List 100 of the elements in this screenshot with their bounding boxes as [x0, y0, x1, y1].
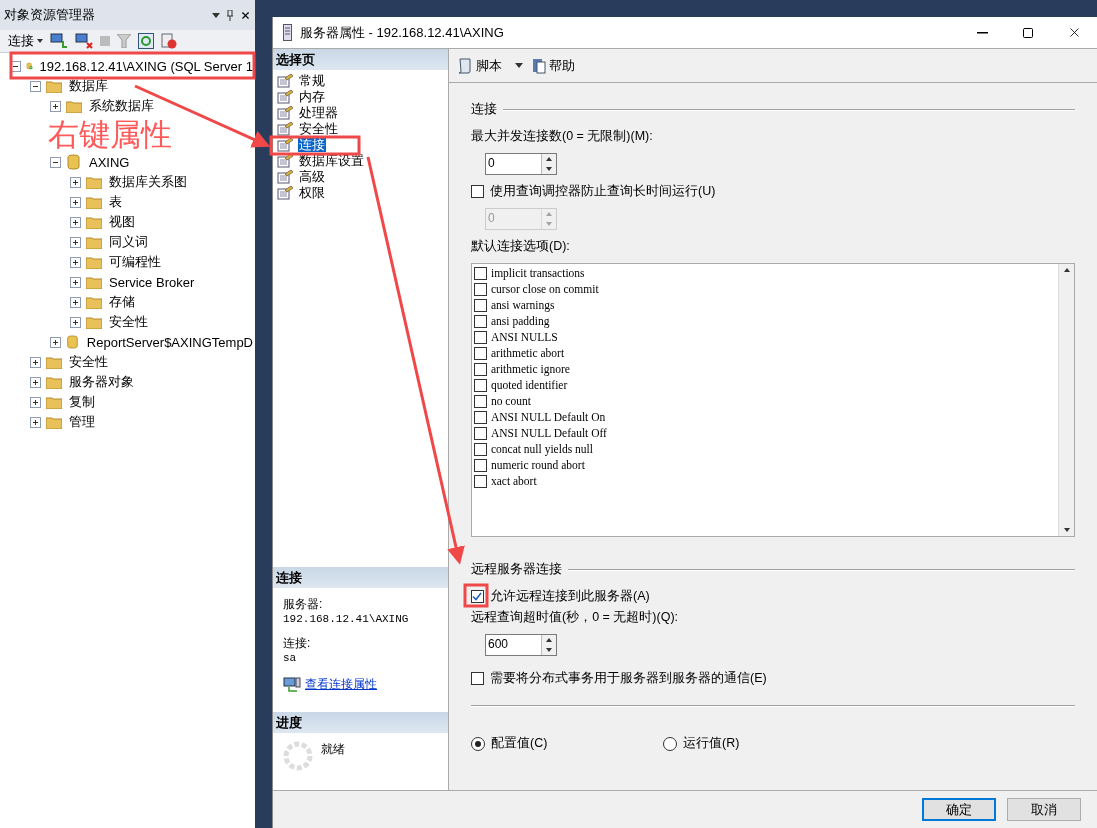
tree-item[interactable]: 系统数据库: [87, 96, 156, 116]
tree-item[interactable]: 数据库关系图: [107, 172, 189, 192]
option-label: ANSI NULL Default Off: [491, 427, 607, 439]
checkbox[interactable]: [474, 298, 487, 312]
dialog-button[interactable]: 确定: [922, 798, 996, 821]
tree-item[interactable]: 服务器对象: [67, 372, 136, 392]
panel-title: 对象资源管理器: [4, 6, 95, 24]
page-item[interactable]: 权限: [298, 184, 326, 200]
tree-item[interactable]: 数据库: [67, 76, 110, 96]
page-icon: [277, 184, 294, 200]
checkbox-label: 使用查询调控器防止查询长时间运行(U): [490, 183, 716, 200]
radio-button[interactable]: [471, 736, 485, 751]
option-label: arithmetic ignore: [491, 363, 570, 375]
tree-item[interactable]: ReportServer$AXINGTempD: [84, 333, 255, 351]
tree-item[interactable]: 管理: [67, 412, 97, 432]
checkbox[interactable]: [474, 346, 487, 360]
folder-icon: [86, 215, 102, 229]
page-icon: [277, 120, 294, 136]
radio-button[interactable]: [663, 736, 677, 751]
tree-item[interactable]: 存储: [107, 292, 137, 312]
page-item[interactable]: 处理器: [298, 104, 339, 120]
expand-toggle[interactable]: [30, 80, 41, 92]
expand-toggle[interactable]: [50, 156, 61, 168]
checkbox[interactable]: [474, 282, 487, 296]
connection-properties-link[interactable]: 查看连接属性: [305, 676, 377, 693]
checkbox[interactable]: [474, 330, 487, 344]
expand-toggle[interactable]: [10, 60, 21, 72]
page-item[interactable]: 安全性: [298, 120, 339, 136]
tree-item[interactable]: 同义词: [107, 232, 150, 252]
tree-item[interactable]: 复制: [67, 392, 97, 412]
folder-icon: [86, 255, 102, 269]
login-label: 连接:: [283, 635, 312, 652]
disconnect-server-icon[interactable]: [75, 33, 93, 49]
connect-server-icon[interactable]: [50, 33, 68, 49]
checkbox[interactable]: [474, 410, 487, 424]
tree-item[interactable]: 安全性: [107, 312, 150, 332]
tree-item[interactable]: Service Broker: [107, 273, 197, 291]
number-field[interactable]: 0: [485, 153, 557, 175]
tree-item[interactable]: 表: [107, 192, 124, 212]
database-icon: [66, 333, 80, 351]
option-label: ansi warnings: [491, 299, 555, 311]
scrollbar[interactable]: [1058, 264, 1074, 536]
dropdown-icon[interactable]: [212, 12, 220, 18]
expand-toggle[interactable]: [70, 276, 81, 288]
page-item[interactable]: 高级: [298, 168, 326, 184]
checkbox[interactable]: [474, 474, 487, 488]
script-button[interactable]: 脚本: [457, 56, 502, 75]
number-field[interactable]: 600: [485, 634, 557, 656]
expand-toggle[interactable]: [70, 256, 81, 268]
expand-toggle[interactable]: [70, 176, 81, 188]
page-icon: [277, 136, 294, 152]
checkbox[interactable]: [471, 590, 484, 603]
tree-item[interactable]: 安全性: [67, 352, 110, 372]
checkbox[interactable]: [474, 442, 487, 456]
checkbox[interactable]: [474, 314, 487, 328]
expand-toggle[interactable]: [50, 336, 61, 348]
close-icon[interactable]: [240, 9, 251, 21]
folder-icon: [46, 79, 62, 93]
checkbox[interactable]: [471, 185, 484, 198]
section-title: 远程服务器连接: [471, 561, 562, 578]
radio-label: 配置值(C): [491, 735, 548, 752]
checkbox[interactable]: [474, 458, 487, 472]
expand-toggle[interactable]: [30, 396, 41, 408]
page-item[interactable]: 内存: [298, 88, 326, 104]
expand-toggle[interactable]: [70, 296, 81, 308]
checkbox[interactable]: [471, 672, 484, 685]
checkbox[interactable]: [474, 362, 487, 376]
tree-item[interactable]: 可编程性: [107, 252, 163, 272]
option-label: xact abort: [491, 475, 537, 487]
folder-icon: [46, 375, 62, 389]
help-button[interactable]: 帮助: [532, 56, 575, 75]
folder-icon: [86, 195, 102, 209]
expand-toggle[interactable]: [30, 376, 41, 388]
caret-icon: [37, 39, 43, 43]
checkbox[interactable]: [474, 378, 487, 392]
checkbox-label: 需要将分布式事务用于服务器到服务器的通信(E): [490, 670, 767, 687]
refresh-icon[interactable]: [138, 33, 154, 49]
expand-toggle[interactable]: [30, 356, 41, 368]
checkbox[interactable]: [474, 394, 487, 408]
tree-item[interactable]: AXING: [87, 153, 132, 171]
folder-icon: [46, 355, 62, 369]
checkbox[interactable]: [474, 266, 487, 280]
tree-item[interactable]: 视图: [107, 212, 137, 232]
pin-icon[interactable]: [226, 9, 234, 21]
expand-toggle[interactable]: [70, 236, 81, 248]
option-label: ANSI NULLS: [491, 331, 558, 343]
expand-toggle[interactable]: [70, 196, 81, 208]
dialog-button[interactable]: 取消: [1007, 798, 1081, 821]
expand-toggle[interactable]: [70, 316, 81, 328]
annotation-text: 右键属性: [48, 118, 172, 150]
tree-item[interactable]: 192.168.12.41\AXING (SQL Server 1: [37, 57, 255, 75]
expand-toggle[interactable]: [70, 216, 81, 228]
folder-icon: [86, 315, 102, 329]
page-item[interactable]: 常规: [298, 72, 326, 88]
database-icon: [66, 153, 82, 171]
checkbox[interactable]: [474, 426, 487, 440]
expand-toggle[interactable]: [30, 416, 41, 428]
connect-button[interactable]: 连接: [8, 32, 43, 50]
expand-toggle[interactable]: [50, 100, 61, 112]
page-item[interactable]: 数据库设置: [298, 152, 365, 168]
